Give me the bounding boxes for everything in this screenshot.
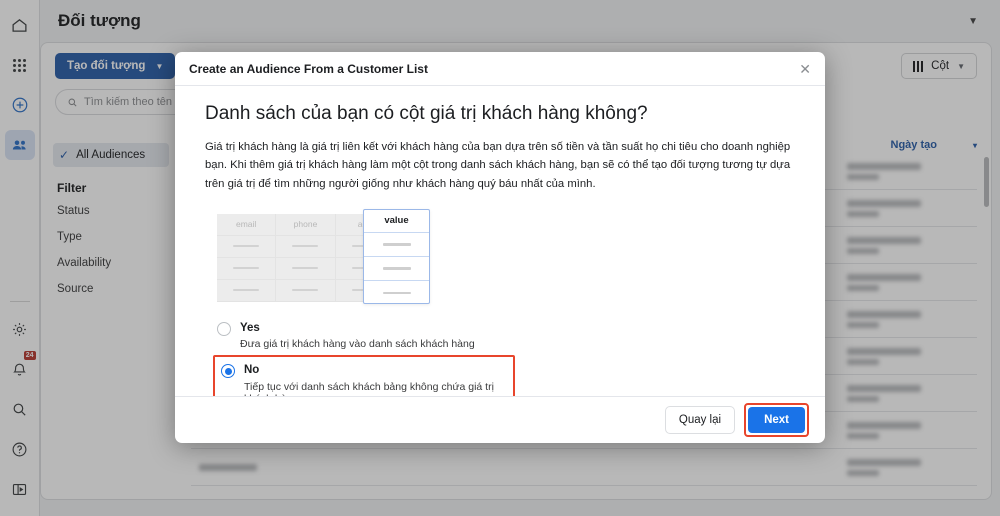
ghost-column: phone: [276, 213, 336, 302]
ghost-cell: [217, 279, 276, 302]
option-no-label: No: [244, 364, 260, 377]
option-yes-sublabel: Đưa giá trị khách hàng vào danh sách khá…: [240, 338, 475, 351]
value-cell: [364, 281, 429, 305]
modal-body: Danh sách của bạn có cột giá trị khách h…: [175, 86, 825, 396]
back-button[interactable]: Quay lại: [664, 406, 736, 434]
ghost-cell: [217, 235, 276, 258]
placeholder-dash: [382, 267, 411, 270]
option-yes-label: Yes: [240, 321, 260, 334]
radio-yes[interactable]: [217, 321, 231, 336]
modal-footer: Quay lại Next: [175, 396, 825, 443]
placeholder-dash: [233, 245, 260, 248]
ghost-cell: [217, 257, 276, 280]
option-yes[interactable]: Yes Đưa giá trị khách hàng vào danh sách…: [213, 318, 795, 353]
ghost-column: email: [217, 213, 277, 302]
ghost-cell: [276, 279, 335, 302]
modal-title: Create an Audience From a Customer List: [189, 61, 428, 76]
radio-no[interactable]: [221, 364, 235, 379]
dialog-description: Giá trị khách hàng là giá trị liên kết v…: [205, 141, 791, 190]
value-cell: [364, 257, 429, 281]
placeholder-dash: [292, 289, 319, 292]
placeholder-dash: [382, 243, 411, 246]
option-no-highlight-box: No Tiếp tục với danh sách khách bảng khô…: [213, 355, 515, 396]
close-icon[interactable]: ✕: [799, 62, 811, 76]
placeholder-dash: [233, 267, 260, 270]
ghost-column-header: phone: [276, 213, 335, 236]
value-column-highlight: value: [363, 208, 430, 305]
value-column-options: Yes Đưa giá trị khách hàng vào danh sách…: [213, 318, 795, 396]
value-column-header: value: [364, 210, 429, 233]
next-button-highlight-box: Next: [744, 403, 809, 437]
customer-list-illustration: emailphoneage value: [217, 208, 432, 305]
value-cell: [364, 233, 429, 257]
ghost-cell: [276, 257, 335, 280]
placeholder-dash: [292, 267, 319, 270]
ghost-cell: [276, 235, 335, 258]
create-audience-modal: Create an Audience From a Customer List …: [175, 52, 825, 443]
option-no[interactable]: No Tiếp tục với danh sách khách bảng khô…: [217, 360, 507, 396]
dialog-heading: Danh sách của bạn có cột giá trị khách h…: [205, 103, 648, 124]
modal-header: Create an Audience From a Customer List …: [175, 52, 825, 86]
placeholder-dash: [382, 291, 411, 295]
ghost-column-header: email: [217, 213, 276, 236]
placeholder-dash: [233, 289, 260, 292]
option-no-sublabel: Tiếp tục với danh sách khách bảng không …: [244, 380, 494, 396]
next-button[interactable]: Next: [748, 407, 805, 433]
placeholder-dash: [292, 245, 319, 248]
